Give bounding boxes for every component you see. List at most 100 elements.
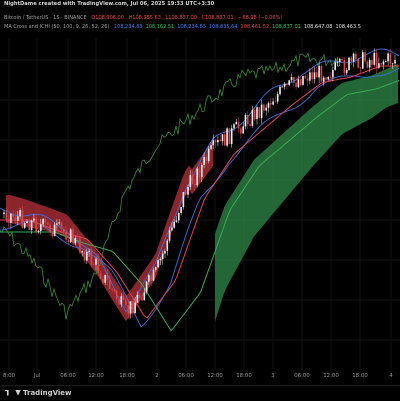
x-tick-label: 18:00 <box>236 373 252 379</box>
candle-body <box>166 240 169 251</box>
symbol-name[interactable]: Bitcoin / TetherUS · 15 · BINANCE <box>4 15 87 21</box>
symbol-legend[interactable]: Bitcoin / TetherUS · 15 · BINANCE O108,9… <box>4 15 285 21</box>
candle-body <box>336 62 339 63</box>
indicator-value-3: 108,835.64 <box>208 24 238 30</box>
candle-body <box>19 210 21 217</box>
candle-body <box>288 80 290 85</box>
candle-body <box>196 168 198 186</box>
candle-body <box>155 267 157 270</box>
candle-body <box>88 250 90 252</box>
indicator-name[interactable]: MA Cross and ICHI (50, 100, 9, 26, 52, 2… <box>4 24 109 30</box>
ohlc-change: −68.98 (−0.06%) <box>238 15 283 21</box>
candle-body <box>304 76 307 79</box>
candle-body <box>242 126 244 134</box>
candle-body <box>81 251 83 253</box>
candle-body <box>189 175 192 188</box>
candle-body <box>194 183 196 186</box>
candle-body <box>240 128 242 134</box>
candle-body <box>113 289 116 291</box>
candle-body <box>233 124 235 129</box>
candle-body <box>90 250 93 265</box>
indicator-legend[interactable]: MA Cross and ICHI (50, 100, 9, 26, 52, 2… <box>4 24 367 30</box>
candle-body <box>53 224 56 237</box>
candle-body <box>362 52 364 69</box>
candle-body <box>99 273 102 279</box>
candle-body <box>173 221 175 228</box>
candle-body <box>175 220 178 222</box>
candle-body <box>327 76 330 80</box>
x-tick-label: 06:00 <box>178 373 194 379</box>
x-tick-label: 12:00 <box>323 373 339 379</box>
indicator-value-1: 108,162.51 <box>145 24 175 30</box>
candle-body <box>161 253 164 260</box>
candle-body <box>329 76 332 78</box>
candle-body <box>276 94 279 102</box>
price-chart[interactable]: 8:00 Jul 06:00 12:00 18:00 2 06:00 12:00 18:00 3 0… <box>0 0 400 400</box>
x-tick-label: 06:00 <box>60 373 76 379</box>
candle-body <box>237 121 240 129</box>
candle-body <box>348 57 350 70</box>
candle-body <box>28 221 31 230</box>
candle-body <box>382 61 385 65</box>
candle-body <box>368 60 371 68</box>
tradingview-logo[interactable]: TradingView <box>5 389 72 397</box>
candle-body <box>10 213 12 223</box>
ohlc-high: H108,955.63 <box>128 15 161 21</box>
candle-body <box>373 52 376 65</box>
candle-body <box>394 60 396 64</box>
candle-body <box>136 294 139 303</box>
candle-body <box>17 216 19 221</box>
candle-body <box>3 212 5 214</box>
candle-body <box>40 224 42 232</box>
candle-body <box>350 57 353 62</box>
candle-body <box>366 61 369 68</box>
candle-body <box>76 237 79 239</box>
candle-body <box>30 220 33 230</box>
candle-body <box>198 168 201 178</box>
candle-body <box>279 86 281 95</box>
candle-body <box>5 212 8 220</box>
candle-body <box>178 212 180 221</box>
candle-body <box>74 237 77 244</box>
candle-body <box>299 79 302 85</box>
candle-body <box>35 218 37 232</box>
candle-body <box>184 192 187 195</box>
candle-body <box>297 79 300 88</box>
candle-body <box>251 109 254 127</box>
candle-body <box>127 305 129 314</box>
candle-body <box>86 251 88 261</box>
candle-body <box>378 63 380 68</box>
candle-body <box>389 53 392 64</box>
candle-body <box>191 175 194 184</box>
x-tick-label: 2 <box>155 373 158 379</box>
candle-body <box>345 69 348 74</box>
tradingview-logo-text: TradingView <box>23 389 72 397</box>
ohlc-low: L108,837.00 <box>165 15 197 21</box>
candle-body <box>122 296 125 300</box>
candle-body <box>343 60 346 74</box>
candle-body <box>371 60 373 65</box>
candle-body <box>322 77 325 82</box>
tradingview-logo-icon <box>5 389 9 396</box>
candle-body <box>65 232 67 240</box>
candle-body <box>219 140 221 141</box>
candle-body <box>203 157 205 165</box>
candle-body <box>311 72 313 80</box>
candle-body <box>201 164 203 178</box>
candle-body <box>44 218 47 223</box>
candle-body <box>272 101 274 105</box>
candle-body <box>391 63 394 65</box>
candle-body <box>270 103 272 105</box>
candle-body <box>385 61 387 63</box>
candle-body <box>235 121 238 125</box>
candle-body <box>249 124 251 127</box>
ohlc-open: O108,906.00 <box>91 15 124 21</box>
candle-body <box>316 72 318 78</box>
indicator-value-2: 108,234.83 <box>177 24 206 30</box>
candle-body <box>212 140 215 146</box>
candle-body <box>265 107 267 111</box>
candle-body <box>33 218 35 221</box>
candle-body <box>164 250 166 254</box>
candle-body <box>120 296 123 305</box>
indicator-value-5: 108,837.01 <box>272 24 301 30</box>
